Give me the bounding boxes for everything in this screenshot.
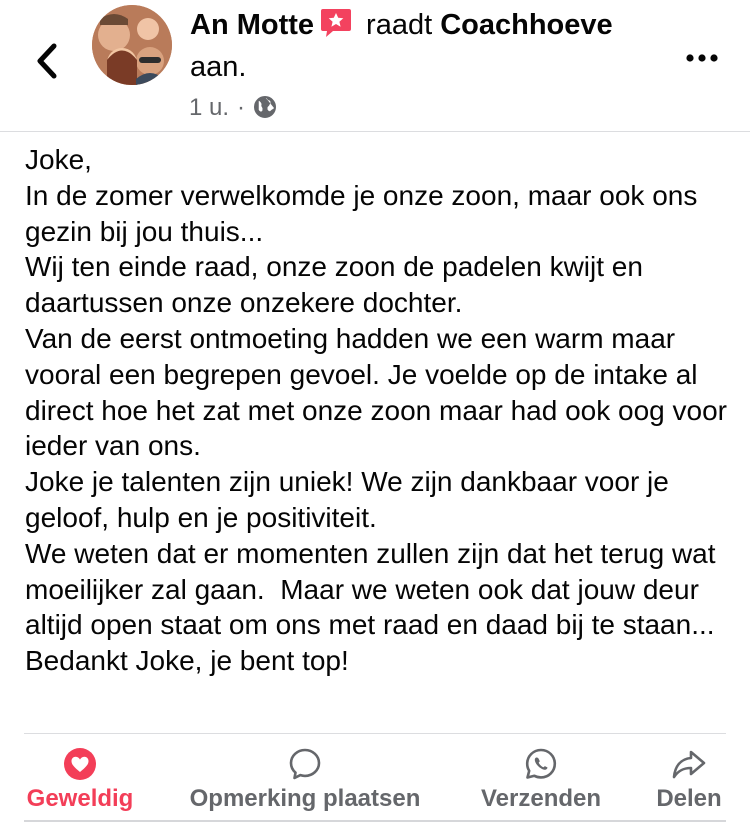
post-header: An Motte raadt Coachhoeve aan. 1 u. · bbox=[0, 0, 750, 132]
like-label: Geweldig bbox=[26, 785, 134, 812]
post-meta: 1 u. · bbox=[189, 93, 277, 123]
post-attribution-continued: aan. bbox=[190, 51, 247, 83]
back-button[interactable] bbox=[30, 38, 66, 84]
post-actions-bar: Geweldig Opmerking plaatsen Verzenden De… bbox=[0, 742, 750, 817]
meta-separator: · bbox=[237, 94, 246, 121]
more-options-button[interactable] bbox=[684, 48, 720, 68]
send-button[interactable]: Verzenden bbox=[470, 742, 612, 817]
post-attribution: An Motte raadt Coachhoeve bbox=[190, 6, 613, 44]
avatar[interactable] bbox=[92, 5, 172, 85]
send-label: Verzenden bbox=[480, 785, 602, 812]
like-button[interactable]: Geweldig bbox=[18, 742, 142, 817]
actions-divider bbox=[24, 733, 726, 734]
whatsapp-icon bbox=[525, 748, 557, 779]
globe-icon bbox=[253, 95, 277, 119]
share-label: Delen bbox=[656, 785, 722, 812]
heart-icon bbox=[64, 748, 96, 780]
bottom-divider bbox=[24, 820, 726, 822]
recommendation-badge-icon bbox=[320, 8, 352, 38]
comment-label: Opmerking plaatsen bbox=[189, 785, 421, 812]
back-arrow-icon bbox=[37, 43, 57, 79]
post-timestamp[interactable]: 1 u. bbox=[189, 94, 229, 121]
recommend-verb: raadt bbox=[366, 9, 433, 41]
share-button[interactable]: Delen bbox=[646, 742, 732, 817]
share-arrow-icon bbox=[672, 750, 706, 779]
more-options-icon bbox=[686, 54, 718, 62]
header-divider bbox=[0, 131, 750, 132]
comment-bubble-icon bbox=[289, 748, 321, 780]
author-name[interactable]: An Motte bbox=[190, 9, 314, 41]
recommended-page-name[interactable]: Coachhoeve bbox=[440, 9, 612, 41]
comment-button[interactable]: Opmerking plaatsen bbox=[176, 742, 434, 817]
post-body-text: Joke, In de zomer verwelkomde je onze zo… bbox=[25, 144, 727, 677]
